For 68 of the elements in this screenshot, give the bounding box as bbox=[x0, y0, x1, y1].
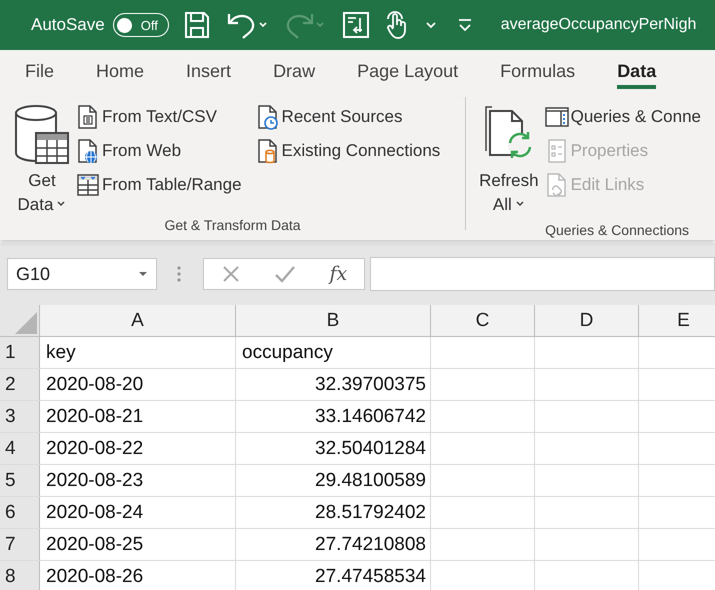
ribbon-command[interactable]: Queries & Conne bbox=[544, 103, 701, 131]
ribbon-command[interactable]: Recent Sources bbox=[256, 103, 440, 131]
caret-icon bbox=[514, 200, 525, 208]
grip-icon[interactable] bbox=[177, 266, 181, 282]
ribbon-tab[interactable]: Formulas bbox=[500, 58, 576, 88]
table-cell: 27.74210808 bbox=[315, 534, 426, 555]
table-cell: occupancy bbox=[242, 342, 333, 363]
table-cell: 2020-08-23 bbox=[46, 470, 144, 491]
table-cell: 2020-08-22 bbox=[46, 438, 144, 459]
row-header[interactable]: 5 bbox=[0, 465, 40, 496]
column-header[interactable]: E bbox=[639, 305, 715, 336]
table-cell: 27.47458534 bbox=[315, 566, 426, 587]
insert-function-button[interactable]: fx bbox=[330, 263, 348, 285]
ribbon-command[interactable]: From Table/Range bbox=[76, 171, 242, 199]
ribbon-tab[interactable]: File bbox=[25, 58, 54, 88]
links-icon bbox=[544, 172, 569, 198]
table-cell: 28.51792402 bbox=[315, 502, 426, 523]
row-header[interactable]: 3 bbox=[0, 401, 40, 432]
ribbon-tab[interactable]: Draw bbox=[273, 58, 316, 88]
check-icon[interactable] bbox=[274, 264, 296, 284]
save-icon[interactable] bbox=[184, 11, 210, 39]
group-label: Get & Transform Data bbox=[163, 217, 302, 235]
ribbon-tab[interactable]: Home bbox=[96, 58, 144, 88]
table-cell: 29.48100589 bbox=[315, 470, 426, 491]
table-cell: 2020-08-21 bbox=[46, 406, 144, 427]
column-header[interactable]: A bbox=[40, 305, 236, 336]
ribbon-command[interactable]: From Web bbox=[76, 137, 242, 165]
row-header[interactable]: 6 bbox=[0, 497, 40, 528]
caret-icon bbox=[56, 200, 66, 208]
table-cell: 2020-08-20 bbox=[46, 374, 144, 395]
table-cell: 32.50401284 bbox=[315, 438, 426, 459]
column-header[interactable]: B bbox=[236, 305, 431, 336]
row-header[interactable]: 7 bbox=[0, 529, 40, 560]
recent-icon bbox=[256, 104, 280, 130]
ribbon-tab[interactable]: Page Layout bbox=[357, 58, 458, 88]
formula-input[interactable] bbox=[370, 257, 715, 291]
autosave-toggle[interactable]: Off bbox=[112, 13, 169, 37]
table-cell: 32.39700375 bbox=[315, 374, 426, 395]
ribbon-command[interactable]: From Text/CSV bbox=[76, 103, 242, 131]
text-file-icon bbox=[76, 104, 100, 130]
connections-icon bbox=[256, 138, 280, 164]
window-title: averageOccupancyPerNigh bbox=[500, 16, 696, 34]
table-cell: 33.14606742 bbox=[315, 406, 426, 427]
caret-icon[interactable] bbox=[424, 20, 437, 30]
column-header[interactable]: C bbox=[431, 305, 535, 336]
name-box[interactable]: G10 bbox=[7, 258, 157, 290]
ribbon-tab[interactable]: Insert bbox=[186, 58, 232, 88]
web-icon bbox=[76, 138, 100, 164]
table-cell: 2020-08-24 bbox=[46, 502, 144, 523]
ribbon-command[interactable]: Existing Connections bbox=[256, 137, 440, 165]
autosave-label: AutoSave bbox=[31, 15, 105, 35]
column-header[interactable]: D bbox=[535, 305, 639, 336]
dropdown-icon[interactable] bbox=[138, 271, 148, 277]
ribbon-tab[interactable]: Data bbox=[617, 58, 656, 88]
row-header[interactable]: 4 bbox=[0, 433, 40, 464]
table-cell: key bbox=[46, 342, 76, 363]
group-label: Queries & Connections bbox=[544, 222, 690, 240]
get-data-button[interactable]: Get Data bbox=[14, 103, 70, 217]
row-header[interactable]: 8 bbox=[0, 561, 40, 590]
customize-icon[interactable] bbox=[456, 18, 473, 32]
table-cell: 2020-08-25 bbox=[46, 534, 144, 555]
table-icon bbox=[76, 172, 100, 198]
row-header[interactable]: 1 bbox=[0, 337, 40, 368]
form-icon[interactable] bbox=[342, 12, 369, 38]
row-header[interactable]: 2 bbox=[0, 369, 40, 400]
database-icon bbox=[14, 103, 70, 167]
table-cell: 2020-08-26 bbox=[46, 566, 144, 587]
refresh-all-button[interactable]: Refresh All bbox=[479, 103, 539, 222]
